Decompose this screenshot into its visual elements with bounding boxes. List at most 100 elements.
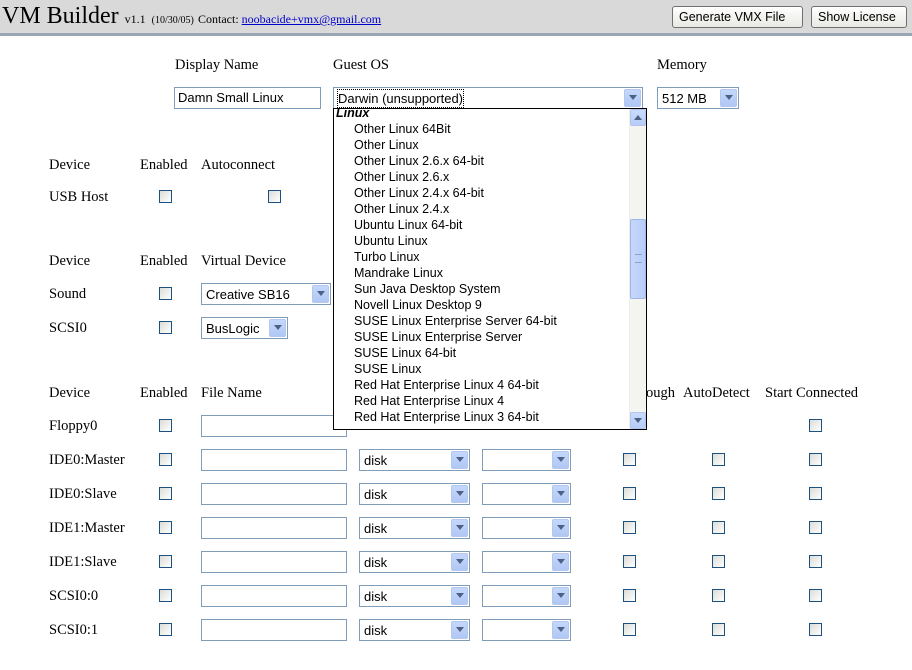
ide1-master-file-input[interactable]: [201, 517, 347, 539]
dropdown-scrollbar[interactable]: [629, 109, 646, 429]
dropdown-option[interactable]: Other Linux 64Bit: [354, 121, 451, 137]
sound-device-select[interactable]: Creative SB16: [201, 283, 331, 305]
ide0-slave-mode-select[interactable]: [482, 483, 571, 505]
scroll-thumb[interactable]: [630, 219, 646, 299]
scsi0-1-enabled-checkbox[interactable]: [159, 623, 172, 636]
dropdown-option[interactable]: Ubuntu Linux: [354, 233, 428, 249]
dropdown-option[interactable]: Other Linux 2.4.x 64-bit: [354, 185, 484, 201]
dropdown-option[interactable]: Red Hat Enterprise Linux 4 64-bit: [354, 377, 539, 393]
display-name-input[interactable]: Damn Small Linux: [174, 87, 321, 109]
usb-autoconnect-checkbox[interactable]: [268, 190, 281, 203]
ide1-master-enabled-checkbox[interactable]: [159, 521, 172, 534]
ide1-slave-enabled-checkbox[interactable]: [159, 555, 172, 568]
ide1-slave-autodetect-checkbox[interactable]: [712, 555, 725, 568]
chevron-down-icon[interactable]: [451, 451, 468, 469]
dropdown-option[interactable]: SUSE Linux: [354, 361, 421, 377]
dropdown-option[interactable]: SUSE Linux 64-bit: [354, 345, 456, 361]
chevron-down-icon[interactable]: [552, 587, 569, 605]
ide1-slave-passthrough-checkbox[interactable]: [623, 555, 636, 568]
chevron-down-icon[interactable]: [552, 485, 569, 503]
ide1-master-autodetect-checkbox[interactable]: [712, 521, 725, 534]
scsi0-1-autodetect-checkbox[interactable]: [712, 623, 725, 636]
chevron-down-icon[interactable]: [451, 587, 468, 605]
ide1-master-mode-select[interactable]: [482, 517, 571, 539]
dropdown-option[interactable]: Sun Java Desktop System: [354, 281, 501, 297]
dropdown-option[interactable]: Red Hat Enterprise Linux 3 64-bit: [354, 409, 539, 425]
ide1-master-type-select[interactable]: disk: [359, 517, 470, 539]
ide1-slave-mode-select[interactable]: [482, 551, 571, 573]
scsi0-0-start-connected-checkbox[interactable]: [809, 589, 822, 602]
floppy0-enabled-checkbox[interactable]: [159, 419, 172, 432]
chevron-down-icon[interactable]: [451, 553, 468, 571]
memory-select[interactable]: 512 MB: [657, 87, 739, 109]
ide1-slave-start-connected-checkbox[interactable]: [809, 555, 822, 568]
ide0-master-passthrough-checkbox[interactable]: [623, 453, 636, 466]
chevron-down-icon[interactable]: [552, 451, 569, 469]
scsi0-0-mode-select[interactable]: [482, 585, 571, 607]
chevron-down-icon[interactable]: [269, 319, 286, 337]
ide0-slave-start-connected-checkbox[interactable]: [809, 487, 822, 500]
ide0-master-autodetect-checkbox[interactable]: [712, 453, 725, 466]
ide0-master-mode-select[interactable]: [482, 449, 571, 471]
ide0-master-start-connected-checkbox[interactable]: [809, 453, 822, 466]
usb-enabled-checkbox[interactable]: [159, 190, 172, 203]
dropdown-option[interactable]: Turbo Linux: [354, 249, 420, 265]
generate-vmx-button[interactable]: Generate VMX File: [672, 6, 803, 28]
guest-os-select[interactable]: Darwin (unsupported): [333, 87, 643, 109]
dropdown-option[interactable]: Red Hat Enterprise Linux 4: [354, 393, 504, 409]
ide0-master-enabled-checkbox[interactable]: [159, 453, 172, 466]
ide0-slave-enabled-checkbox[interactable]: [159, 487, 172, 500]
ide0-slave-autodetect-checkbox[interactable]: [712, 487, 725, 500]
scsi0-1-type-select[interactable]: disk: [359, 619, 470, 641]
chevron-down-icon[interactable]: [624, 89, 641, 107]
ide1-slave-type-select[interactable]: disk: [359, 551, 470, 573]
floppy0-start-connected-checkbox[interactable]: [809, 419, 822, 432]
scsi0-1-mode-select[interactable]: [482, 619, 571, 641]
scsi0-1-start-connected-checkbox[interactable]: [809, 623, 822, 636]
guest-os-dropdown-list[interactable]: Linux Other Linux 64Bit Other Linux Other …: [333, 108, 647, 430]
dropdown-option[interactable]: SUSE Linux Enterprise Server: [354, 329, 522, 345]
scsi0-0-passthrough-checkbox[interactable]: [623, 589, 636, 602]
chevron-down-icon[interactable]: [720, 89, 737, 107]
scsi0-1-passthrough-checkbox[interactable]: [623, 623, 636, 636]
dropdown-option[interactable]: Mandrake Linux: [354, 265, 443, 281]
chevron-down-icon[interactable]: [552, 519, 569, 537]
chevron-down-icon[interactable]: [552, 553, 569, 571]
show-license-button[interactable]: Show License: [811, 6, 907, 28]
scroll-down-arrow-icon[interactable]: [630, 412, 646, 429]
ide0-master-type-select[interactable]: disk: [359, 449, 470, 471]
scsi0-0-enabled-checkbox[interactable]: [159, 589, 172, 602]
dropdown-option[interactable]: Other Linux: [354, 137, 419, 153]
sound-enabled-checkbox[interactable]: [159, 287, 172, 300]
app-title: VM Builder v1.1 (10/30/05): [2, 3, 194, 30]
dropdown-option[interactable]: Novell Linux Desktop 9: [354, 297, 482, 313]
chevron-down-icon[interactable]: [552, 621, 569, 639]
ide0-slave-passthrough-checkbox[interactable]: [623, 487, 636, 500]
ide0-slave-type-select[interactable]: disk: [359, 483, 470, 505]
ide0-master-type-value: disk: [364, 453, 388, 468]
floppy0-file-input[interactable]: [201, 415, 347, 437]
scsi0-enabled-checkbox[interactable]: [159, 321, 172, 334]
scsi0-1-file-input[interactable]: [201, 619, 347, 641]
scsi0-device-select[interactable]: BusLogic: [201, 317, 288, 339]
scsi0-0-autodetect-checkbox[interactable]: [712, 589, 725, 602]
scroll-up-arrow-icon[interactable]: [630, 109, 646, 126]
chevron-down-icon[interactable]: [451, 485, 468, 503]
chevron-down-icon[interactable]: [312, 285, 329, 303]
ide0-slave-file-input[interactable]: [201, 483, 347, 505]
scsi0-0-file-input[interactable]: [201, 585, 347, 607]
dropdown-option[interactable]: SUSE Linux Enterprise Server 64-bit: [354, 313, 557, 329]
scsi0-0-type-select[interactable]: disk: [359, 585, 470, 607]
dropdown-option[interactable]: Other Linux 2.4.x: [354, 201, 449, 217]
dropdown-option[interactable]: Other Linux 2.6.x 64-bit: [354, 153, 484, 169]
dropdown-option[interactable]: Ubuntu Linux 64-bit: [354, 217, 462, 233]
dropdown-option[interactable]: Other Linux 2.6.x: [354, 169, 449, 185]
floppy0-label: Floppy0: [49, 418, 98, 434]
chevron-down-icon[interactable]: [451, 621, 468, 639]
ide1-master-start-connected-checkbox[interactable]: [809, 521, 822, 534]
ide1-slave-file-input[interactable]: [201, 551, 347, 573]
chevron-down-icon[interactable]: [451, 519, 468, 537]
ide1-master-passthrough-checkbox[interactable]: [623, 521, 636, 534]
ide0-master-file-input[interactable]: [201, 449, 347, 471]
contact-email-link[interactable]: noobacide+vmx@gmail.com: [242, 12, 381, 26]
